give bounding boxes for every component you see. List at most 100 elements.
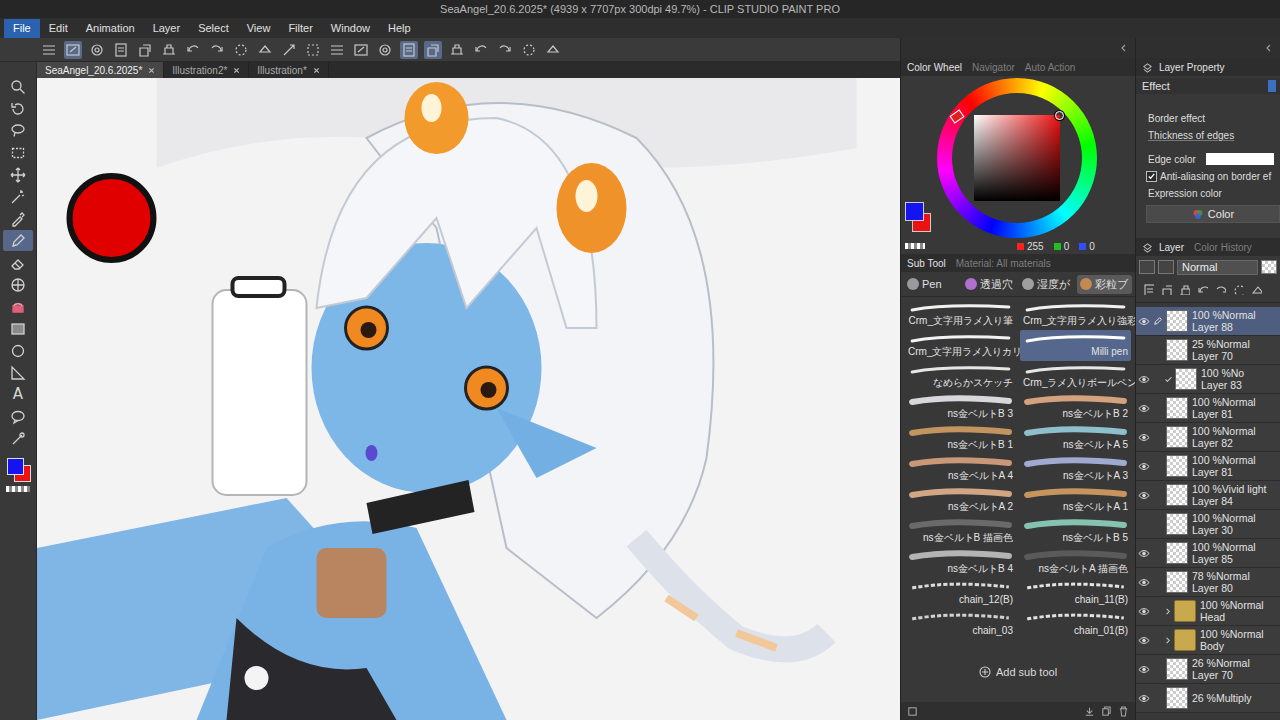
brush-item[interactable]: なめらかスケッチ [905,361,1016,392]
panel-tab[interactable]: Navigator [972,62,1015,73]
tool-button[interactable] [3,142,33,163]
tool-button[interactable] [3,164,33,185]
color-swatches[interactable] [905,202,929,232]
brush-item[interactable]: ns金ベルトB 1 [905,423,1016,454]
layer-row[interactable]: 25 %Normal Layer 70 [1136,336,1280,365]
brush-item[interactable]: Crm_ラメ入りボールペン [1020,361,1131,392]
layer-tool-icon[interactable] [1178,283,1190,295]
menu-item[interactable]: Layer [144,19,190,38]
expand-arrow-icon[interactable] [1164,637,1171,644]
tool-button[interactable] [3,208,33,229]
brush-item[interactable]: chain_03 [905,609,1016,640]
command-icon[interactable] [160,41,178,59]
tool-button[interactable] [3,318,33,339]
sub-tool-group[interactable]: 彩粒ブ [1077,275,1133,294]
layer-row[interactable]: 100 %Vivid light Layer 84 [1136,481,1280,510]
close-icon[interactable] [148,67,155,74]
menu-item[interactable]: Animation [77,19,144,38]
layer-row[interactable]: 100 %Normal Layer 88 [1136,307,1280,336]
sub-tool-group[interactable]: 透過穴 [962,275,1018,294]
copy-icon[interactable] [1101,706,1112,717]
command-icon[interactable] [376,41,394,59]
command-icon[interactable] [496,41,514,59]
tool-button[interactable] [3,340,33,361]
menu-item[interactable]: View [238,19,280,38]
checkbox[interactable] [1146,171,1157,182]
command-icon[interactable] [328,41,346,59]
brush-item[interactable]: chain_11(B) [1020,578,1131,609]
command-icon[interactable] [136,41,154,59]
panel-tab[interactable]: Color Wheel [907,62,962,73]
eye-icon[interactable] [1138,694,1150,703]
brush-item[interactable]: ns金ベルトA 描画色 [1020,547,1131,578]
tool-button[interactable] [3,186,33,207]
brush-item[interactable]: ns金ベルトA 5 [1020,423,1131,454]
collapse-icon[interactable] [1119,43,1129,53]
layer-row[interactable]: 100 %Normal Body [1136,626,1280,655]
layer-row[interactable]: 26 %Normal Layer 70 [1136,655,1280,684]
canvas-tab[interactable]: Illustration2* [164,62,249,78]
transparent-color-swatch[interactable] [905,243,925,249]
layer-row[interactable]: 100 %Normal Layer 81 [1136,452,1280,481]
expression-color-button[interactable]: Color [1146,205,1280,223]
eye-icon[interactable] [1138,549,1150,558]
tool-button[interactable] [3,362,33,383]
brush-item[interactable]: Milli pen [1020,330,1131,361]
brush-item[interactable]: ns金ベルトA 2 [905,485,1016,516]
panel-tab[interactable]: Color History [1194,242,1252,253]
tool-button[interactable] [3,252,33,273]
settings-icon[interactable] [907,706,918,717]
canvas-tab[interactable]: Illustration* [249,62,328,78]
command-icon[interactable] [424,41,442,59]
brush-item[interactable]: ns金ベルトA 3 [1020,454,1131,485]
brush-item[interactable]: ns金ベルトB 2 [1020,392,1131,423]
tool-button[interactable] [3,230,33,251]
brush-item[interactable]: Crm_文字用ラメ入りカリ [905,330,1016,361]
eye-icon[interactable] [1138,317,1150,326]
layer-row[interactable]: 100 %Normal Layer 81 [1136,394,1280,423]
download-icon[interactable] [1084,706,1095,717]
command-icon[interactable] [64,41,82,59]
color-wheel[interactable] [937,78,1097,238]
layer-row[interactable]: 78 %Normal Layer 80 [1136,568,1280,597]
command-icon[interactable] [352,41,370,59]
brush-item[interactable]: ns金ベルトA 4 [905,454,1016,485]
layer-row[interactable]: 100 %Normal Layer 30 [1136,510,1280,539]
menu-item[interactable]: File [4,19,40,38]
layer-row[interactable]: 100 %Normal Head [1136,597,1280,626]
panel-tab[interactable]: Auto Action [1025,62,1076,73]
saturation-square[interactable] [974,115,1060,201]
expand-arrow-icon[interactable] [1164,608,1171,615]
blend-mode-dropdown[interactable]: Normal [1177,260,1258,275]
color-swatches[interactable] [5,456,31,482]
command-icon[interactable] [184,41,202,59]
effect-button[interactable] [1268,80,1276,92]
eye-icon[interactable] [1138,636,1150,645]
menu-item[interactable]: Edit [40,19,77,38]
layer-color-box[interactable] [1158,260,1174,274]
command-icon[interactable] [448,41,466,59]
menu-item[interactable]: Filter [279,19,321,38]
eye-icon[interactable] [1138,462,1150,471]
close-icon[interactable] [233,67,240,74]
transparent-color-swatch[interactable] [6,486,30,492]
command-icon[interactable] [112,41,130,59]
eye-icon[interactable] [1138,433,1150,442]
layer-row[interactable]: 26 %Multiply [1136,684,1280,713]
eye-icon[interactable] [1138,375,1150,384]
canvas[interactable] [37,78,900,720]
tool-button[interactable] [3,428,33,449]
brush-item[interactable]: Crm_文字用ラメ入り強彩 [1020,299,1131,330]
brush-item[interactable]: ns金ベルトB 描画色 [905,516,1016,547]
brush-item[interactable]: Crm_文字用ラメ入り筆 [905,299,1016,330]
command-icon[interactable] [544,41,562,59]
layer-tool-icon[interactable] [1232,283,1244,295]
layer-tool-icon[interactable] [1160,283,1172,295]
menu-item[interactable]: Window [322,19,379,38]
trash-icon[interactable] [1118,706,1129,717]
opacity-box[interactable] [1261,260,1277,274]
color-marker[interactable] [1055,111,1064,120]
layer-tool-icon[interactable] [1250,283,1262,295]
panel-tab[interactable]: Material: All materials [956,258,1051,269]
tool-button[interactable] [3,98,33,119]
